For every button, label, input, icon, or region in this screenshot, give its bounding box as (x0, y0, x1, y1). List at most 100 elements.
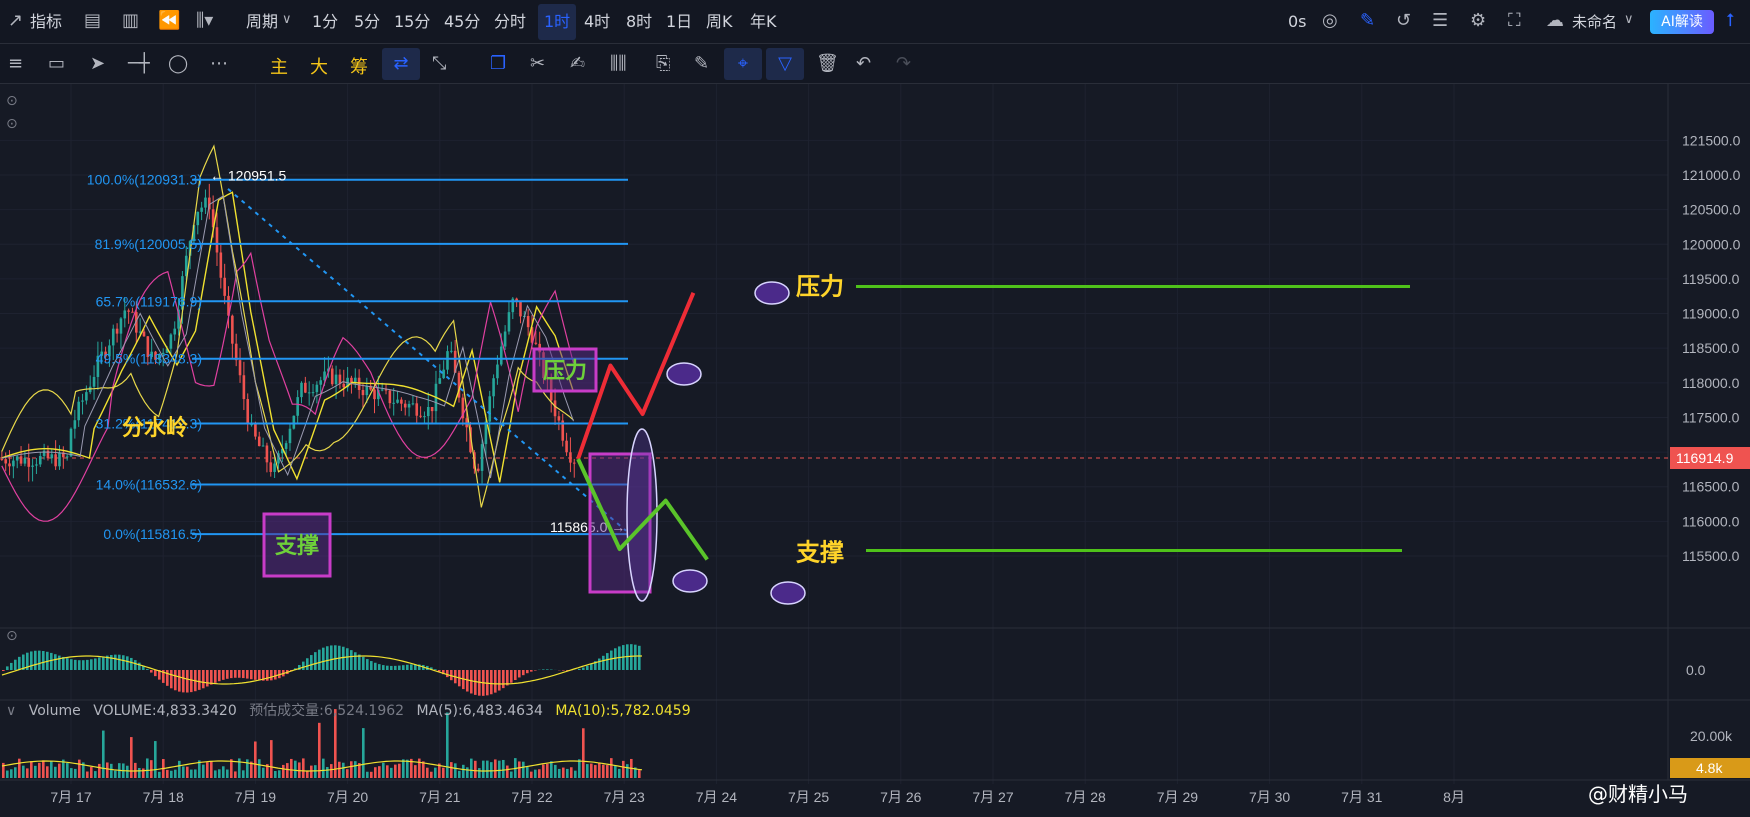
ma-yellow-line (1, 191, 575, 483)
filter-icon[interactable]: ▽ (766, 48, 804, 80)
share-icon[interactable]: ⭡ (1726, 10, 1734, 31)
macd-bar (514, 670, 517, 681)
list-icon[interactable]: ☰ (1432, 10, 1448, 31)
edit-list-icon[interactable]: ✎ (694, 53, 709, 74)
timeframe-tab-10[interactable]: 年K (750, 0, 777, 44)
volume-bar (422, 761, 425, 778)
fib-label-3: 49.5%(118348.3) (96, 351, 202, 367)
volume-bar (498, 760, 501, 778)
replay-icon[interactable]: ↺ (1396, 10, 1411, 31)
period-dropdown[interactable]: 周期 (246, 0, 278, 44)
timeframe-tab-1[interactable]: 5分 (354, 0, 380, 44)
macd-bar (78, 660, 81, 670)
macd-bar (122, 655, 125, 670)
drawing-toolbar: ≡ ▭ ➤ ─┼ ◯ ⋯ 主 大 筹 ⇄ ⤡ ❐ ✂ ✍ ⫼⫼ ⎘ ✎ ⌖ ▽ … (0, 44, 1750, 84)
ma-gray-line (1, 195, 574, 479)
main-indicator-button[interactable]: 主 (270, 53, 288, 79)
horizontal-line-icon[interactable]: ─┼ (128, 53, 150, 74)
cursor-icon[interactable]: ➤ (90, 53, 105, 74)
support-label: 支撑 (796, 538, 844, 566)
x-tick-2: 7月 19 (235, 789, 276, 805)
camera-icon[interactable]: ◎ (1322, 10, 1338, 31)
layers-icon[interactable]: ❐ (490, 53, 506, 74)
candle-body (396, 399, 399, 403)
volume-bar (10, 769, 13, 778)
swap-icon[interactable]: ⇄ (382, 48, 420, 80)
pencil-icon[interactable]: ✎ (1360, 10, 1375, 31)
fullscreen-icon[interactable]: ⛶ (1508, 10, 1521, 31)
macd-bar (178, 670, 181, 692)
chevron-down-icon[interactable]: ∨ (282, 12, 292, 27)
volume-bar (594, 765, 597, 778)
timeframe-tab-7[interactable]: 8时 (626, 0, 652, 44)
trash-icon[interactable]: 🗑 (816, 53, 839, 74)
candle-body (219, 252, 223, 278)
big-order-button[interactable]: 大 (310, 53, 328, 79)
layout-name-dropdown[interactable]: 未命名 (1572, 0, 1617, 44)
gear-icon[interactable]: ⚙ (1470, 10, 1486, 31)
macd-bar (86, 659, 89, 670)
timeframe-tab-5[interactable]: 1时 (538, 4, 577, 40)
macd-bar (126, 656, 129, 670)
timeframe-tab-0[interactable]: 1分 (312, 0, 338, 44)
candle-body (499, 346, 503, 365)
more-icon[interactable]: ⋯ (210, 53, 228, 74)
clipboard-icon[interactable]: ⎘ (656, 53, 670, 74)
undo-icon[interactable]: ↶ (856, 53, 871, 74)
magnet-icon[interactable]: ⌖ (724, 48, 762, 80)
cloud-icon[interactable]: ☁ (1546, 10, 1564, 31)
macd-bar (374, 662, 377, 670)
ruler-icon[interactable]: ✂ (530, 53, 545, 74)
collapse-icon[interactable]: ∨ (6, 703, 16, 719)
countdown-timer: 0s (1288, 12, 1307, 31)
top-toolbar: ↗ 指标 ▤ ▥ ⏪ ⫼▾ 周期 ∨ 1分 5分 15分 45分 分时 1时 4时 8时 1日周… (0, 0, 1750, 44)
brush-icon[interactable]: ✍ (570, 53, 585, 74)
chip-distribution-button[interactable]: 筹 (350, 53, 368, 79)
ai-analysis-button[interactable]: AI解读 (1650, 10, 1714, 34)
rewind-icon[interactable]: ⏪ (158, 10, 180, 31)
rectangle-icon[interactable]: ▭ (48, 53, 65, 74)
candle-body (403, 403, 407, 408)
volume-bar (626, 764, 629, 778)
timeframe-tab-6[interactable]: 4时 (584, 0, 610, 44)
measure-icon[interactable]: ⤡ (432, 53, 446, 74)
macd-bar (250, 670, 253, 680)
candle-type-icon[interactable]: ⫼▾ (196, 10, 213, 31)
volume-bar (530, 771, 533, 778)
macd-bar (50, 652, 53, 670)
candle-body (496, 364, 499, 379)
candle-body (0, 459, 4, 461)
volume-bar (214, 770, 217, 778)
volume-ytick: 20.00k (1690, 728, 1733, 744)
chevron-down-icon[interactable]: ∨ (1624, 12, 1634, 27)
macd-bar (218, 670, 221, 682)
volume-bar (54, 766, 57, 778)
layout-icon[interactable]: ▥ (122, 10, 139, 31)
volume-bar (70, 768, 73, 778)
timeframe-tab-8[interactable]: 1日 (666, 0, 692, 44)
candle-body (54, 454, 57, 467)
volume-bar (618, 768, 621, 778)
volume-bar (582, 728, 585, 778)
indicator-icon[interactable]: ↗ (8, 10, 23, 31)
candle-body (446, 351, 449, 370)
candles-icon[interactable]: ⫼⫼ (610, 53, 627, 74)
macd-bar (322, 647, 325, 670)
candle-body (507, 312, 511, 332)
calendar-icon[interactable]: ▤ (84, 10, 101, 31)
timeframe-tab-4[interactable]: 分时 (494, 0, 526, 44)
timeframe-tab-3[interactable]: 45分 (444, 0, 480, 44)
circle-icon[interactable]: ◯ (168, 53, 188, 74)
timeframe-tab-9[interactable]: 周K (706, 0, 733, 44)
menu-icon[interactable]: ≡ (8, 53, 23, 74)
candle-body (246, 399, 250, 425)
candle-body (223, 277, 226, 296)
timeframe-tab-2[interactable]: 15分 (394, 0, 430, 44)
fib-label-2: 65.7%(119176.9) (96, 293, 202, 309)
candle-body (92, 376, 96, 387)
macd-bar (202, 670, 205, 689)
indicator-button[interactable]: 指标 (30, 0, 62, 44)
candle-body (384, 389, 388, 391)
volume-bar (302, 758, 305, 778)
x-tick-12: 7月 29 (1157, 789, 1198, 805)
